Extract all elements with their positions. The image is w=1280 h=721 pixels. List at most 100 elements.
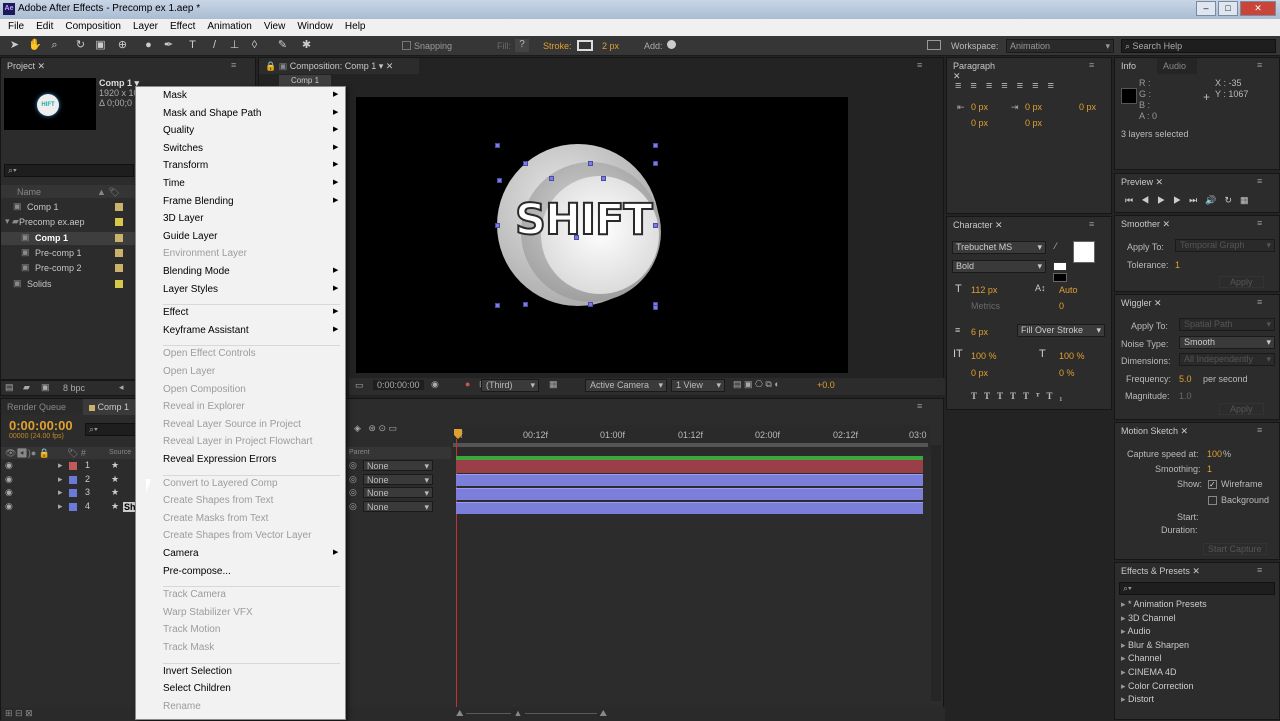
- stroke-mode-select[interactable]: Fill Over Stroke ▾: [1017, 324, 1105, 337]
- parent-pickwhip-icon[interactable]: ◎: [349, 501, 357, 512]
- baseline-shift-value[interactable]: 0 px: [971, 368, 988, 378]
- panel-menu-icon[interactable]: ≡: [1257, 176, 1262, 186]
- effect-category[interactable]: ▸ Color Correction: [1121, 681, 1194, 694]
- font-style-select[interactable]: Bold ▾: [952, 260, 1046, 273]
- layer-label-color[interactable]: [69, 462, 77, 470]
- menu-item-transform[interactable]: Transform ▶: [163, 160, 338, 177]
- close-icon[interactable]: ✕: [1240, 1, 1276, 16]
- effect-category[interactable]: ▸ Channel: [1121, 653, 1162, 666]
- label-color-swatch[interactable]: [115, 264, 123, 273]
- camera-tool-icon[interactable]: ▣: [94, 39, 107, 52]
- panel-menu-icon[interactable]: ≡: [1089, 60, 1094, 70]
- panel-menu-icon[interactable]: ≡: [231, 60, 236, 70]
- menu-item-layer-styles[interactable]: Layer Styles ▶: [163, 284, 338, 301]
- puppet-tool-icon[interactable]: ✱: [300, 39, 313, 52]
- menu-item-switches[interactable]: Switches ▶: [163, 143, 338, 160]
- selection-handle[interactable]: [495, 303, 500, 308]
- selection-handle[interactable]: [549, 176, 554, 181]
- parent-pickwhip-icon[interactable]: ◎: [349, 474, 357, 485]
- menu-item-reveal-expression-errors[interactable]: Reveal Expression Errors: [163, 454, 276, 471]
- selection-tool-icon[interactable]: ➤: [8, 39, 21, 52]
- selection-handle[interactable]: [601, 176, 606, 181]
- workspace-icon[interactable]: [927, 40, 941, 50]
- indent-first-value[interactable]: 0 px: [1079, 102, 1096, 112]
- space-before-value[interactable]: 0 px: [971, 118, 988, 128]
- wiggler-dimensions-select[interactable]: All Independently ▾: [1179, 353, 1275, 366]
- menu-item-pre-compose[interactable]: Pre-compose...: [163, 566, 231, 583]
- effects-presets-tab[interactable]: Effects & Presets ✕: [1115, 563, 1211, 579]
- menu-item-quality[interactable]: Quality ▶: [163, 125, 338, 142]
- tracking-value[interactable]: 0: [1059, 301, 1064, 311]
- fill-color-swatch[interactable]: [1073, 241, 1095, 263]
- menu-item-time[interactable]: Time ▶: [163, 178, 338, 195]
- menu-file[interactable]: File: [2, 19, 30, 36]
- brush-tool-icon[interactable]: /: [208, 39, 221, 52]
- menu-view[interactable]: View: [258, 19, 292, 36]
- visibility-eye-icon[interactable]: ◉: [5, 487, 13, 498]
- timeline-tools-icons[interactable]: ◈ ⊛ ⊙ ▭: [354, 423, 397, 434]
- tsume-value[interactable]: 0 %: [1059, 368, 1075, 378]
- comp1-timeline-tab[interactable]: Comp 1: [83, 399, 143, 415]
- text-style-buttons[interactable]: TTTTTᵀT₁: [971, 391, 1069, 401]
- panel-menu-icon[interactable]: ≡: [917, 401, 922, 411]
- work-area-bar[interactable]: [453, 443, 928, 447]
- zoom-tool-icon[interactable]: ⌕: [48, 39, 61, 52]
- parent-select[interactable]: None ▾: [363, 487, 433, 499]
- eraser-tool-icon[interactable]: ◊: [248, 39, 261, 52]
- wiggler-tab[interactable]: Wiggler ✕: [1115, 295, 1171, 311]
- background-checkbox[interactable]: [1208, 496, 1217, 505]
- menu-item-effect[interactable]: Effect ▶: [163, 307, 338, 324]
- label-color-swatch[interactable]: [115, 218, 123, 227]
- snapping-checkbox[interactable]: [402, 41, 411, 50]
- zoom-slider[interactable]: ⛰ ━━━━━ ▲ ━━━━━━━━ ⛰: [456, 708, 607, 719]
- minimize-icon[interactable]: –: [1196, 1, 1216, 16]
- visibility-eye-icon[interactable]: ◉: [5, 474, 13, 485]
- parent-select[interactable]: None ▾: [363, 460, 433, 471]
- menu-item-frame-blending[interactable]: Frame Blending ▶: [163, 196, 338, 213]
- visibility-eye-icon[interactable]: ◉: [5, 460, 13, 471]
- workspace-select[interactable]: Animation ▾: [1006, 39, 1114, 53]
- paragraph-tab[interactable]: Paragraph ✕: [947, 58, 1009, 81]
- render-queue-tab[interactable]: Render Queue: [1, 399, 81, 415]
- parent-select[interactable]: None ▾: [363, 473, 433, 485]
- wireframe-checkbox[interactable]: ✓: [1208, 480, 1217, 489]
- eyedropper-icon[interactable]: ⁄: [1055, 241, 1057, 251]
- view-layout-select[interactable]: (Third) ▾: [481, 379, 539, 392]
- label-color-swatch[interactable]: [115, 279, 123, 288]
- timeline-scrollbar[interactable]: [931, 445, 941, 701]
- label-color-swatch[interactable]: [115, 248, 123, 257]
- rotate-tool-icon[interactable]: ↻: [74, 39, 87, 52]
- stroke-width-value[interactable]: 2 px: [602, 41, 619, 51]
- menu-item-select-children[interactable]: Select Children: [163, 683, 231, 700]
- vertical-scale-value[interactable]: 100 %: [971, 351, 997, 361]
- interpret-footage-icon[interactable]: ▤: [5, 382, 14, 393]
- timeline-timecode[interactable]: 0:00:00:00: [9, 418, 73, 433]
- menu-effect[interactable]: Effect: [164, 19, 201, 36]
- effect-category[interactable]: ▸ CINEMA 4D: [1121, 667, 1177, 680]
- smoother-apply-to-select[interactable]: Temporal Graph ▾: [1175, 239, 1275, 252]
- effect-category[interactable]: ▸ * Animation Presets: [1121, 599, 1207, 612]
- effect-category[interactable]: ▸ Audio: [1121, 626, 1151, 639]
- menu-layer[interactable]: Layer: [127, 19, 164, 36]
- panel-menu-icon[interactable]: ≡: [1257, 425, 1262, 435]
- bpc-label[interactable]: 8 bpc: [63, 383, 85, 393]
- timeline-search-input[interactable]: ⌕▾: [85, 423, 137, 436]
- selection-handle[interactable]: [588, 302, 593, 307]
- project-tab[interactable]: Project ✕: [1, 58, 71, 74]
- selection-handle[interactable]: [495, 143, 500, 148]
- menu-window[interactable]: Window: [291, 19, 339, 36]
- character-tab[interactable]: Character ✕: [947, 217, 1009, 233]
- smoother-tab[interactable]: Smoother ✕: [1115, 216, 1177, 232]
- label-color-swatch[interactable]: [115, 233, 123, 242]
- label-color-swatch[interactable]: [115, 203, 123, 211]
- wiggler-apply-button[interactable]: Apply: [1219, 403, 1264, 415]
- new-folder-icon[interactable]: ▰: [23, 382, 30, 393]
- black-swatch[interactable]: [1053, 273, 1067, 282]
- region-of-interest-icon[interactable]: ▭: [355, 380, 364, 391]
- project-search-input[interactable]: ⌕▾: [4, 164, 134, 177]
- selection-handle[interactable]: [523, 302, 528, 307]
- snapshot-icon[interactable]: ◉: [431, 379, 439, 390]
- menu-item-blending-mode[interactable]: Blending Mode ▶: [163, 266, 338, 283]
- stroke-width-value[interactable]: 6 px: [971, 327, 988, 337]
- menu-animation[interactable]: Animation: [201, 19, 257, 36]
